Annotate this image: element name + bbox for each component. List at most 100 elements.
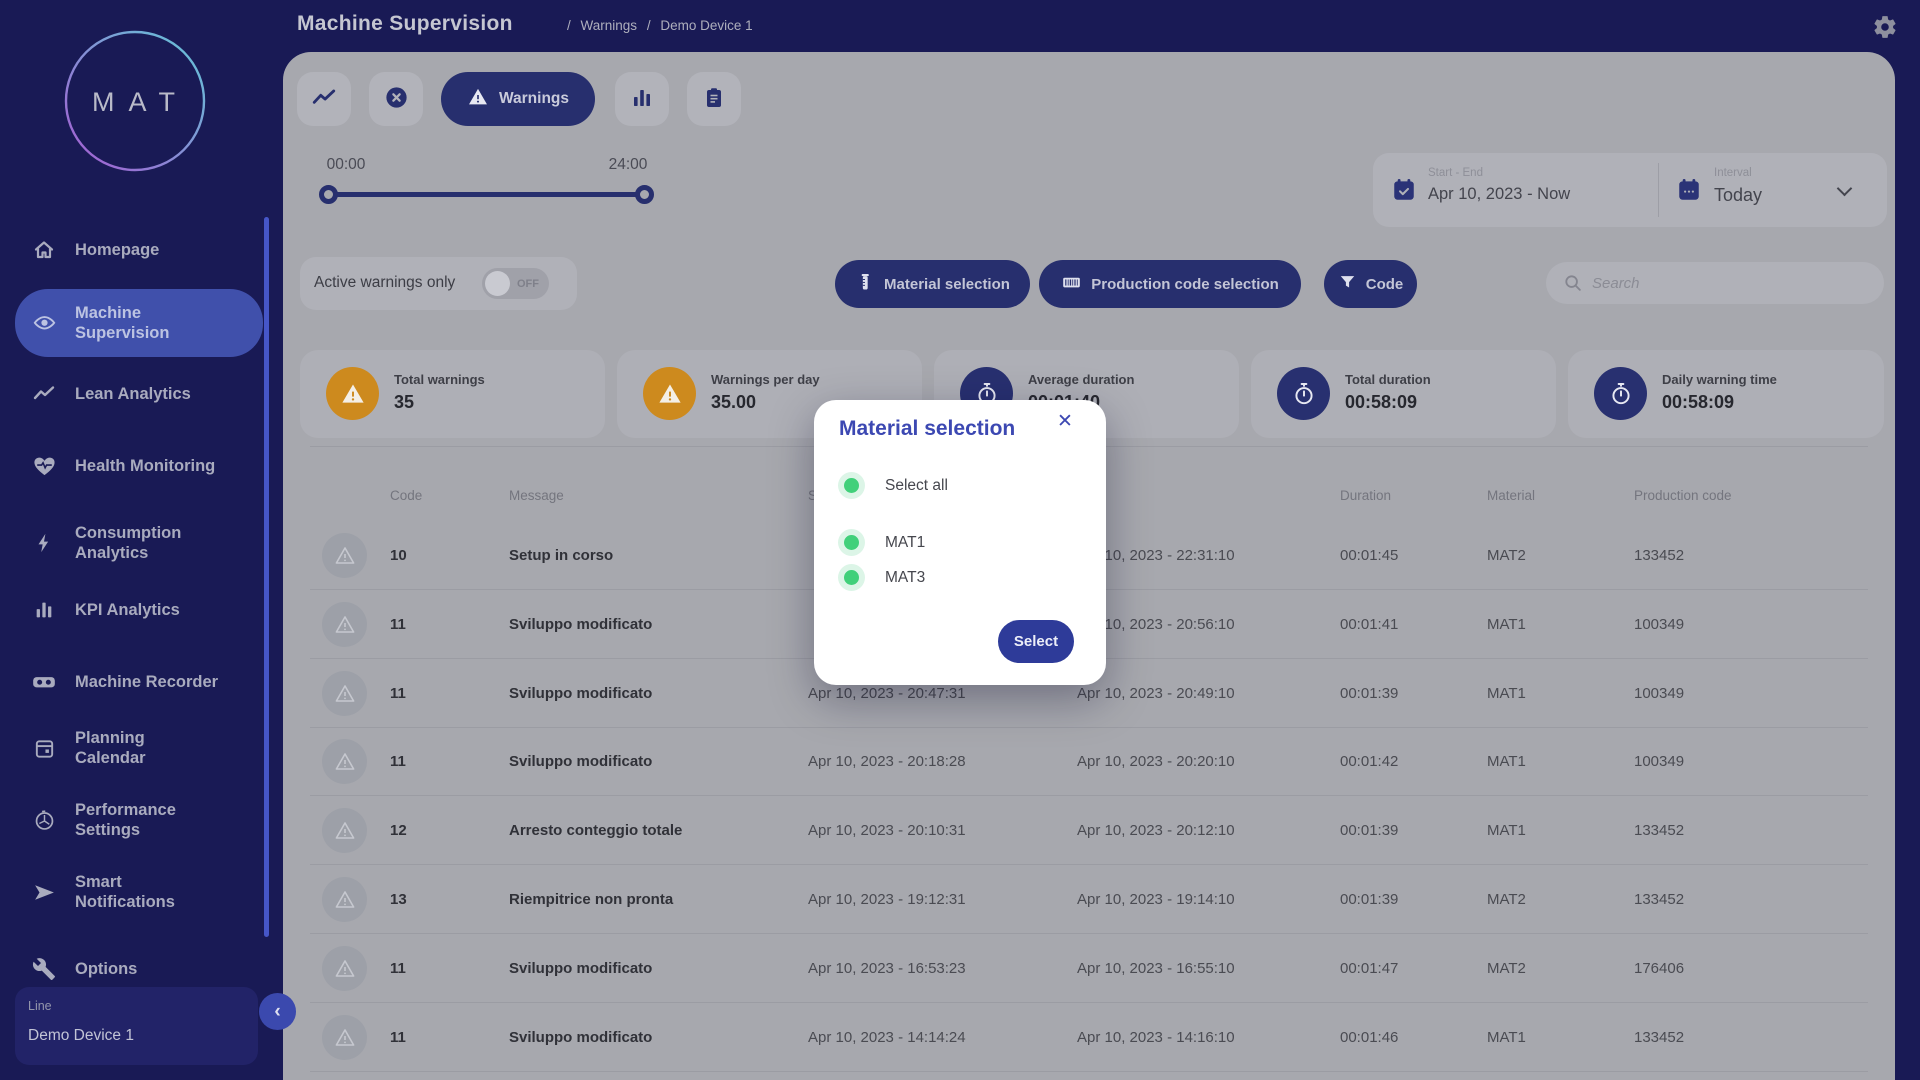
sidebar-item-health-monitoring[interactable]: Health Monitoring	[15, 438, 263, 494]
material-selection-button[interactable]: Material selection	[835, 260, 1030, 308]
slider-handle-start[interactable]	[319, 185, 338, 204]
stopwatch-icon	[1277, 367, 1330, 420]
tab-stops[interactable]	[369, 72, 423, 126]
cell-material: MAT2	[1487, 934, 1526, 1003]
heart-pulse-icon	[29, 454, 59, 479]
cell-code: 11	[390, 659, 406, 728]
breadcrumb: / Warnings / Demo Device 1	[567, 18, 759, 33]
cell-duration: 00:01:39	[1340, 865, 1398, 934]
cell-end: Apr 10, 2023 - 16:55:10	[1077, 934, 1235, 1003]
sidebar-item-machine-supervision[interactable]: Machine Supervision	[15, 289, 263, 357]
checkbox-checked-icon[interactable]	[838, 472, 865, 499]
code-filter-button[interactable]: Code	[1324, 260, 1417, 308]
cell-production-code: 133452	[1634, 1003, 1684, 1072]
cell-production-code: 176406	[1634, 934, 1684, 1003]
sidebar-item-label: Machine Recorder	[75, 672, 218, 692]
gauge-icon	[29, 809, 59, 832]
breadcrumb-warnings[interactable]: Warnings	[581, 18, 638, 33]
chevron-down-icon[interactable]	[1837, 181, 1853, 197]
sidebar-item-consumption-analytics[interactable]: Consumption Analytics	[15, 515, 263, 571]
device-card[interactable]: Line Demo Device 1	[15, 987, 258, 1065]
row-warning-icon	[322, 533, 367, 578]
modal-option-select-all[interactable]: Select all	[838, 472, 948, 499]
sidebar-item-label: Consumption Analytics	[75, 523, 181, 563]
cell-message: Setup in corso	[509, 521, 613, 590]
cell-message: Sviluppo modificato	[509, 659, 652, 728]
table-row[interactable]: 11 Sviluppo modificato Apr 10, 2023 - 16…	[310, 934, 1868, 1003]
sidebar-item-smart-notifications[interactable]: Smart Notifications	[15, 864, 263, 920]
cell-material: MAT1	[1487, 659, 1526, 728]
sidebar-item-performance-settings[interactable]: Performance Settings	[15, 792, 263, 848]
interval-value[interactable]: Today	[1714, 185, 1762, 206]
checkbox-checked-icon[interactable]	[838, 529, 865, 556]
time-range-slider[interactable]	[328, 192, 645, 197]
device-card-label: Line	[28, 999, 52, 1013]
tab-warnings[interactable]: Warnings	[441, 72, 595, 126]
sidebar-collapse-button[interactable]: ‹	[259, 993, 296, 1030]
modal-option-mat1[interactable]: MAT1	[838, 529, 925, 556]
warning-triangle-icon	[326, 367, 379, 420]
row-warning-icon	[322, 946, 367, 991]
tab-warnings-label: Warnings	[499, 90, 569, 108]
cell-duration: 00:01:46	[1340, 1003, 1398, 1072]
divider	[1658, 163, 1659, 217]
chevron-left-icon: ‹	[274, 1001, 280, 1023]
logo-text: MAT	[64, 87, 206, 118]
cell-message: Sviluppo modificato	[509, 1003, 652, 1072]
close-icon[interactable]: ✕	[1052, 408, 1078, 434]
row-warning-icon	[322, 602, 367, 647]
active-warnings-label: Active warnings only	[314, 274, 455, 292]
cell-message: Sviluppo modificato	[509, 727, 652, 796]
sidebar-item-label: Lean Analytics	[75, 384, 191, 404]
row-warning-icon	[322, 671, 367, 716]
trend-icon	[29, 382, 59, 406]
cell-message: Arresto conteggio totale	[509, 796, 682, 865]
material-selection-label: Material selection	[884, 276, 1010, 293]
warning-triangle-icon	[643, 367, 696, 420]
cell-production-code: 100349	[1634, 590, 1684, 659]
sidebar-scrollbar[interactable]	[264, 217, 269, 937]
search-input[interactable]	[1592, 262, 1872, 304]
active-warnings-toggle[interactable]: OFF	[482, 268, 549, 299]
cell-start: Apr 10, 2023 - 19:12:31	[808, 865, 966, 934]
tab-trends[interactable]	[297, 72, 351, 126]
production-code-selection-label: Production code selection	[1091, 276, 1279, 293]
tab-analytics[interactable]	[615, 72, 669, 126]
settings-gear-icon[interactable]	[1872, 14, 1898, 40]
cell-material: MAT1	[1487, 796, 1526, 865]
sidebar-item-machine-recorder[interactable]: Machine Recorder	[15, 654, 263, 710]
sidebar-item-label: Planning Calendar	[75, 728, 146, 768]
line-chart-icon	[311, 85, 337, 114]
cell-duration: 00:01:45	[1340, 521, 1398, 590]
table-row[interactable]: 12 Arresto conteggio totale Apr 10, 2023…	[310, 796, 1868, 865]
stat-value: 00:58:09	[1345, 392, 1417, 413]
sidebar-item-kpi-analytics[interactable]: KPI Analytics	[15, 582, 263, 638]
stat-label: Total warnings	[394, 372, 485, 387]
row-warning-icon	[322, 1015, 367, 1060]
slider-handle-end[interactable]	[635, 185, 654, 204]
cell-production-code: 133452	[1634, 521, 1684, 590]
checkbox-checked-icon[interactable]	[838, 564, 865, 591]
table-row[interactable]: 11 Sviluppo modificato Apr 10, 2023 - 20…	[310, 727, 1868, 796]
table-row[interactable]: 11 Sviluppo modificato Apr 10, 2023 - 14…	[310, 1003, 1868, 1072]
sidebar-item-label: Options	[75, 959, 137, 979]
cell-start: Apr 10, 2023 - 20:10:31	[808, 796, 966, 865]
cell-end: Apr 10, 2023 - 19:14:10	[1077, 865, 1235, 934]
select-button[interactable]: Select	[998, 620, 1074, 663]
tab-report[interactable]	[687, 72, 741, 126]
calendar-interval-icon	[1676, 177, 1702, 203]
production-code-selection-button[interactable]: Production code selection	[1039, 260, 1301, 308]
x-circle-icon	[383, 84, 410, 114]
slider-end-label: 24:00	[593, 156, 663, 174]
modal-option-label: MAT3	[885, 569, 925, 587]
machine-supervision-app: MAT Homepage Machine Supervision Lean An…	[0, 0, 1920, 1080]
breadcrumb-device[interactable]: Demo Device 1	[660, 18, 752, 33]
start-end-value[interactable]: Apr 10, 2023 - Now	[1428, 185, 1570, 204]
cell-production-code: 133452	[1634, 796, 1684, 865]
sidebar-item-homepage[interactable]: Homepage	[15, 222, 263, 278]
header-duration: Duration	[1340, 482, 1391, 510]
sidebar-item-lean-analytics[interactable]: Lean Analytics	[15, 366, 263, 422]
modal-option-mat3[interactable]: MAT3	[838, 564, 925, 591]
table-row[interactable]: 13 Riempitrice non pronta Apr 10, 2023 -…	[310, 865, 1868, 934]
sidebar-item-planning-calendar[interactable]: Planning Calendar	[15, 720, 263, 776]
